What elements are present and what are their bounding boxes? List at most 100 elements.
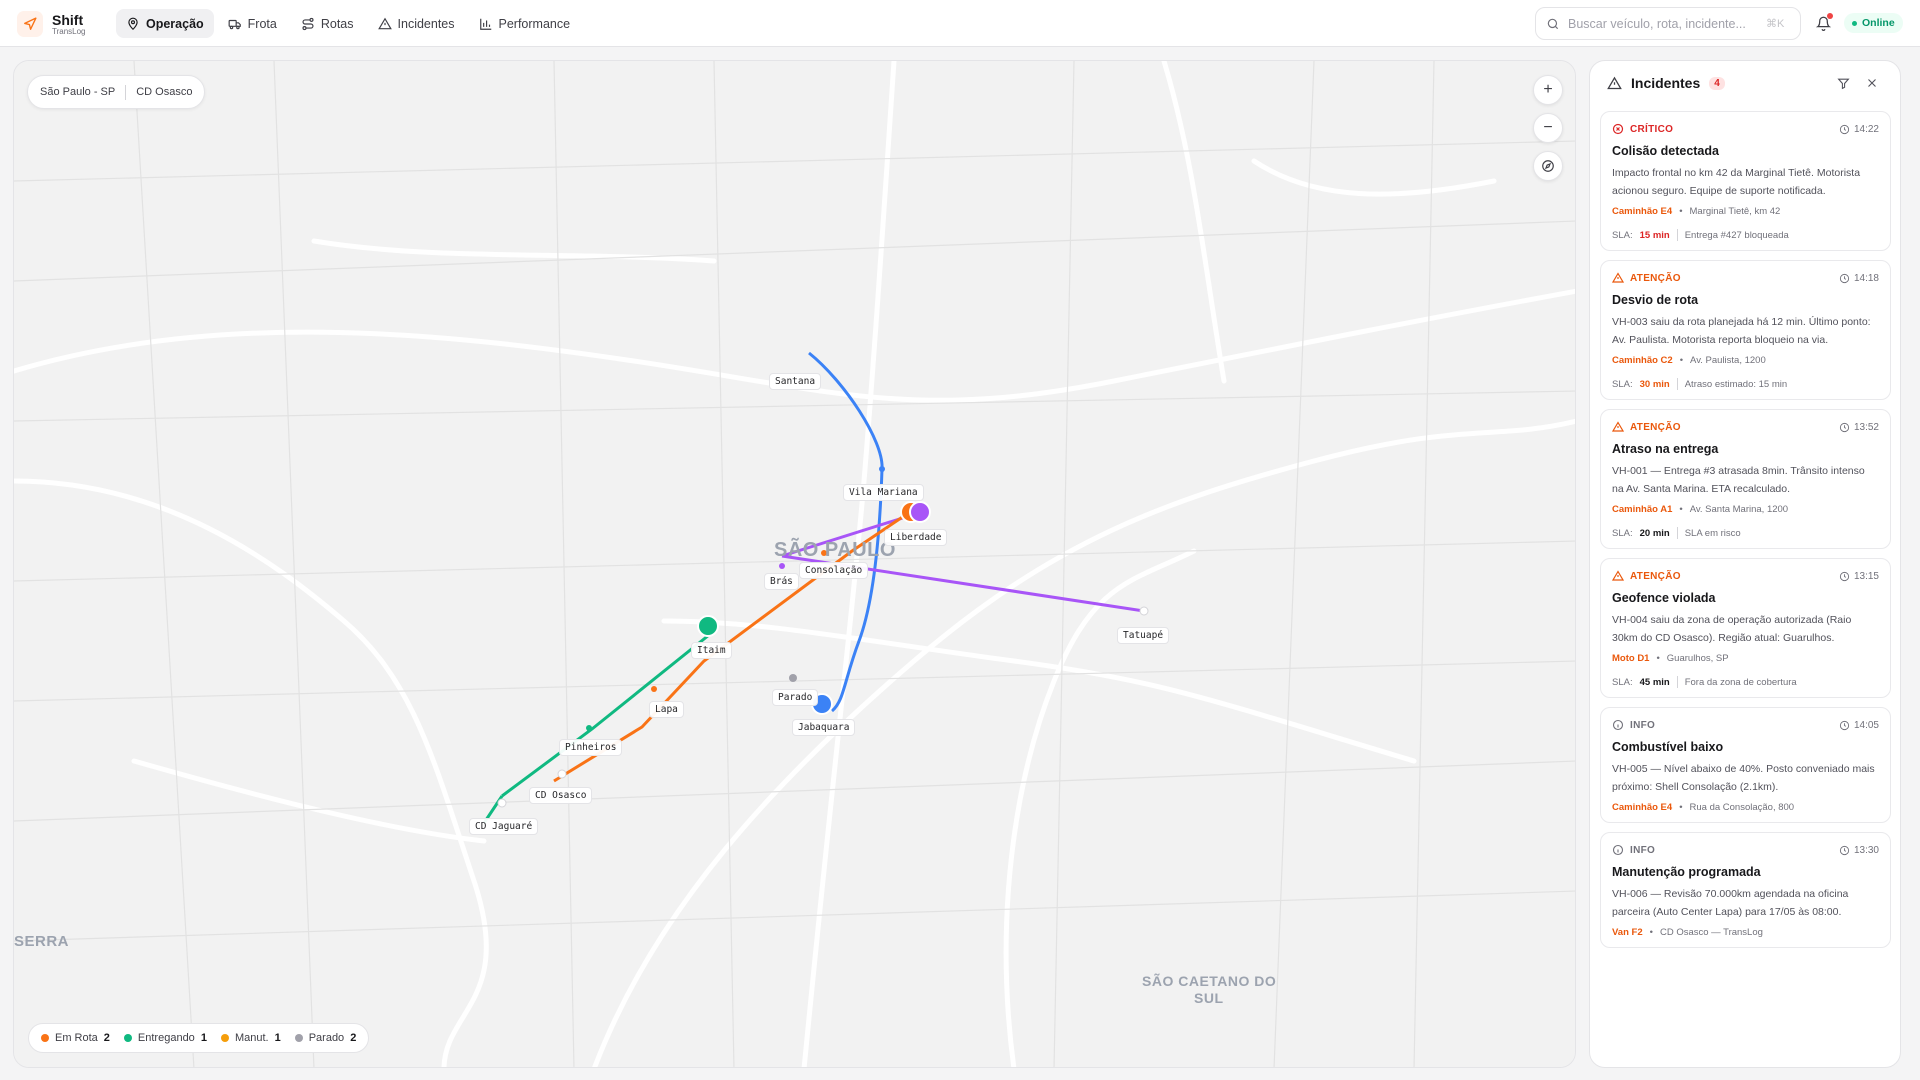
vehicle-link[interactable]: Caminhão C2 [1612, 355, 1673, 366]
legend-dot [123, 1034, 132, 1042]
incident-meta: Moto D1 • Guarulhos, SP [1612, 653, 1879, 664]
status-badge: Online [1844, 13, 1903, 33]
incident-meta: Caminhão E4 • Marginal Tietê, km 42 [1612, 206, 1879, 217]
incident-card[interactable]: INFO 13:30 Manutenção programada VH-006 — R… [1600, 832, 1891, 948]
incidents-title: Incidentes [1631, 75, 1701, 91]
severity-label: ATENÇÃO [1630, 421, 1681, 433]
clock-icon [1839, 273, 1850, 283]
breadcrumb-depot[interactable]: CD Osasco [136, 86, 192, 98]
legend-count: 2 [350, 1032, 357, 1044]
stop-label[interactable]: Liberdade [884, 529, 948, 546]
notifications-button[interactable] [1812, 12, 1834, 34]
nav-rotas[interactable]: Rotas [291, 9, 364, 38]
filter-button[interactable] [1833, 73, 1853, 93]
severity-label: INFO [1630, 719, 1656, 731]
legend-manutencao[interactable]: Manut. 1 [220, 1032, 281, 1044]
meta-separator: • [1679, 504, 1683, 515]
stop-label[interactable]: Parado [772, 689, 819, 706]
vehicle-link[interactable]: Caminhão E4 [1612, 206, 1672, 217]
incident-card[interactable]: ATENÇÃO 13:15 Geofence violada VH-004 saiu … [1600, 558, 1891, 698]
sla-value: 20 min [1639, 527, 1670, 539]
sla-divider [1676, 527, 1678, 539]
legend-label: Em Rota [55, 1032, 98, 1044]
incident-location: Av. Santa Marina, 1200 [1689, 504, 1789, 515]
incident-card[interactable]: INFO 14:05 Combustível baixo VH-005 — Nível… [1600, 707, 1891, 823]
status-label: Online [1862, 17, 1895, 29]
warning-icon [377, 17, 392, 29]
search-input[interactable] [1568, 16, 1758, 31]
nav-performance[interactable]: Performance [469, 9, 581, 38]
incident-title: Geofence violada [1612, 591, 1716, 605]
time-value: 13:15 [1853, 570, 1879, 582]
stop-label[interactable]: Pinheiros [559, 739, 623, 756]
legend-label: Entregando [137, 1032, 195, 1044]
legend-entregando[interactable]: Entregando 1 [123, 1032, 207, 1044]
breadcrumb[interactable]: São Paulo - SP CD Osasco [27, 75, 206, 109]
incident-description: VH-003 saiu da rota planejada há 12 min.… [1612, 316, 1871, 346]
time-value: 13:52 [1853, 421, 1879, 433]
incident-meta: Caminhão C2 • Av. Paulista, 1200 [1612, 355, 1879, 366]
vehicle-link[interactable]: Moto D1 [1612, 653, 1649, 664]
map-view[interactable]: São Paulo - SP CD Osasco + − SÃO PAULO S… [13, 60, 1576, 1068]
nav-frota[interactable]: Frota [218, 9, 287, 38]
clock-icon [1839, 124, 1850, 134]
nav-operacao[interactable]: Operação [116, 9, 214, 38]
stop-label[interactable]: Vila Mariana [843, 484, 924, 501]
brand[interactable]: Shift TransLog [17, 10, 86, 38]
legend-parado[interactable]: Parado 2 [294, 1032, 357, 1044]
legend-dot [294, 1034, 303, 1042]
brand-subtitle: TransLog [52, 26, 86, 36]
incident-title: Manutenção programada [1612, 865, 1761, 879]
stop-label[interactable]: Lapa [649, 701, 684, 718]
nav-label: Operação [146, 16, 204, 31]
status-legend: Em Rota 2 Entregando 1 Manut. 1 Parado 2 [28, 1023, 370, 1053]
zoom-out-button[interactable]: − [1533, 113, 1563, 143]
navigation-arrow-icon [17, 11, 43, 37]
stop-label[interactable]: Brás [764, 573, 799, 590]
incident-card[interactable]: CRÍTICO 14:22 Colisão detectada Impacto fro… [1600, 111, 1891, 251]
incident-card[interactable]: ATENÇÃO 14:18 Desvio de rota VH-003 saiu da… [1600, 260, 1891, 400]
sla-label: SLA: [1612, 676, 1633, 688]
incident-description: VH-001 — Entrega #3 atrasada 8min. Trâns… [1612, 465, 1865, 495]
sla-row: SLA: 30 min Atraso estimado: 15 min [1612, 378, 1879, 390]
search-shortcut: ⌘K [1766, 18, 1785, 30]
vehicle-link[interactable]: Van F2 [1612, 927, 1643, 938]
incident-card[interactable]: ATENÇÃO 13:52 Atraso na entrega VH-001 — En… [1600, 409, 1891, 549]
close-panel-button[interactable] [1862, 73, 1882, 93]
incident-description: VH-006 — Revisão 70.000km agendada na of… [1612, 888, 1849, 918]
top-bar: Shift TransLog Operação Frota Rotas Inci… [0, 0, 1920, 47]
breadcrumb-city[interactable]: São Paulo - SP [40, 86, 115, 98]
nav-incidentes[interactable]: Incidentes [368, 9, 465, 38]
incident-list: CRÍTICO 14:22 Colisão detectada Impacto fro… [1590, 105, 1900, 948]
vehicle-link[interactable]: Caminhão A1 [1612, 504, 1672, 515]
meta-separator: • [1656, 653, 1660, 664]
zoom-in-button[interactable]: + [1533, 75, 1563, 105]
stop-label[interactable]: CD Osasco [529, 787, 593, 804]
warning-icon [1612, 570, 1624, 581]
legend-dot [41, 1034, 49, 1042]
sla-note: Atraso estimado: 15 min [1684, 378, 1788, 390]
incident-location: Guarulhos, SP [1666, 653, 1729, 664]
plus-icon: + [1543, 81, 1553, 98]
legend-label: Parado [308, 1032, 345, 1044]
incident-title: Combustível baixo [1612, 740, 1724, 754]
warning-icon [1612, 272, 1624, 283]
sla-value: 15 min [1639, 229, 1670, 241]
city-label-sao-caetano: SÃO CAETANO DO [1142, 973, 1277, 989]
minus-icon: − [1543, 119, 1553, 136]
stop-label[interactable]: Santana [769, 373, 822, 390]
info-icon [1612, 719, 1624, 731]
legend-em-rota[interactable]: Em Rota 2 [41, 1032, 110, 1044]
recenter-button[interactable] [1533, 151, 1563, 181]
incident-description: VH-004 saiu da zona de operação autoriza… [1612, 614, 1852, 644]
stop-label[interactable]: Consolação [799, 562, 869, 579]
stop-label[interactable]: Jabaquara [792, 719, 856, 736]
stop-label[interactable]: Itaim [691, 642, 732, 659]
incident-time: 13:30 [1839, 845, 1879, 856]
vehicle-link[interactable]: Caminhão E4 [1612, 802, 1672, 813]
incident-header: ATENÇÃO 13:52 [1612, 420, 1879, 434]
legend-count: 1 [200, 1032, 207, 1044]
stop-label[interactable]: Tatuapé [1117, 627, 1170, 644]
stop-label[interactable]: CD Jaguaré [469, 818, 539, 835]
city-label-serra: SERRA [14, 933, 70, 950]
